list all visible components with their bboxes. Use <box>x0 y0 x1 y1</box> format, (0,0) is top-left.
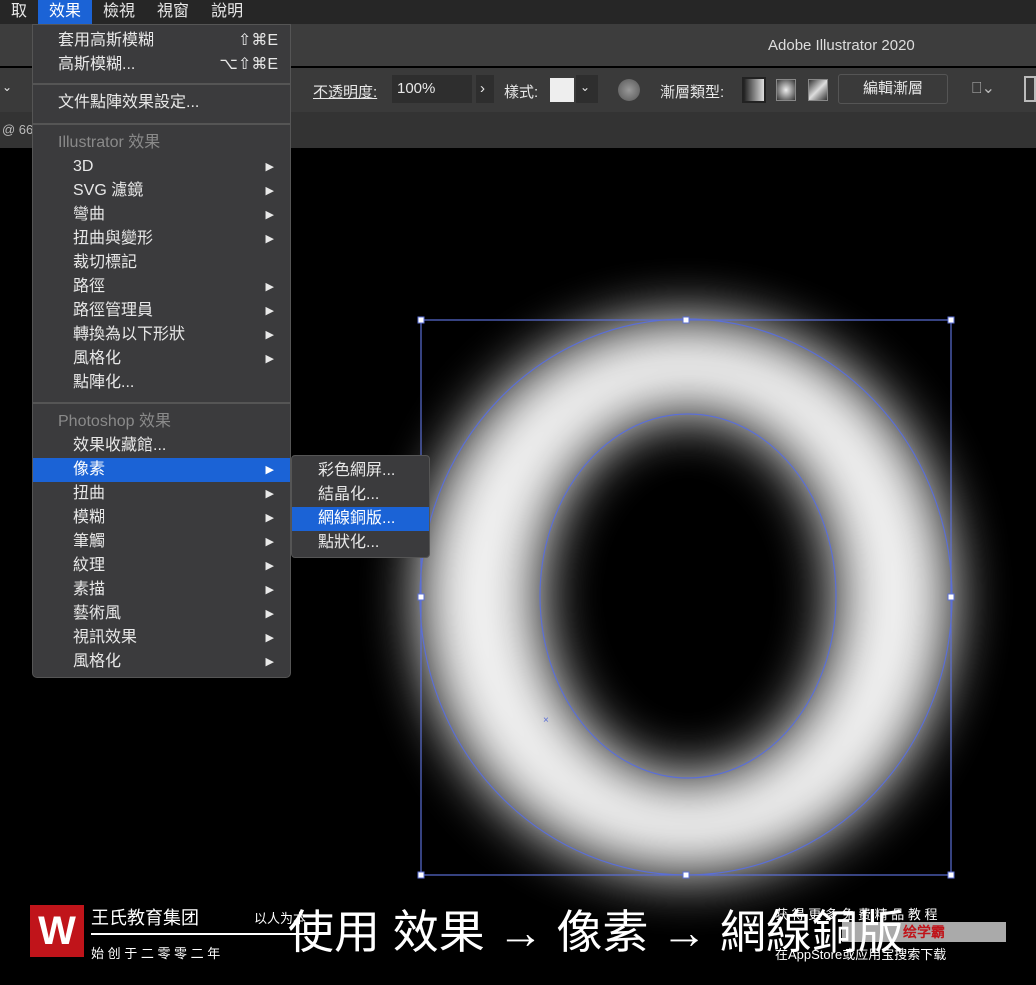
submenu-arrow-icon: ▶ <box>265 233 274 245</box>
submenu-arrow-icon: ▶ <box>265 512 274 524</box>
divider <box>91 933 311 935</box>
divider <box>33 402 290 404</box>
submenu-arrow-icon: ▶ <box>265 305 274 317</box>
menu-select[interactable]: 取 <box>0 0 38 24</box>
founded-text: 始 创 于 二 零 零 二 年 <box>91 946 221 961</box>
recolor-icon[interactable] <box>618 79 640 101</box>
menu-item-illustrator-effect[interactable]: 點陣化... <box>33 371 290 395</box>
menu-item-photoshop-effect[interactable]: 筆觸 ▶ <box>33 530 290 554</box>
align-icon[interactable] <box>1024 76 1036 102</box>
submenu-arrow-icon: ▶ <box>265 464 274 476</box>
menu-item-photoshop-effect[interactable]: 藝術風 ▶ <box>33 602 290 626</box>
pixelate-submenu: 彩色網屏... 結晶化... 網線銅版... 點狀化... <box>291 455 430 558</box>
submenu-arrow-icon: ▶ <box>265 560 274 572</box>
freeform-gradient-button[interactable] <box>808 79 828 101</box>
menu-item-photoshop-effect[interactable]: 效果收藏館... <box>33 434 290 458</box>
submenu-item[interactable]: 彩色網屏... <box>292 459 429 483</box>
submenu-arrow-icon: ▶ <box>265 209 274 221</box>
menu-item-illustrator-effect[interactable]: 彎曲 ▶ <box>33 203 290 227</box>
submenu-item[interactable]: 結晶化... <box>292 483 429 507</box>
menu-item-photoshop-effect[interactable]: 紋理 ▶ <box>33 554 290 578</box>
menu-item-illustrator-effect[interactable]: 風格化 ▶ <box>33 347 290 371</box>
submenu-arrow-icon: ▶ <box>265 185 274 197</box>
submenu-arrow-icon: ▶ <box>265 584 274 596</box>
menu-item-illustrator-effect[interactable]: 轉換為以下形狀 ▶ <box>33 323 290 347</box>
menu-item-gaussian-blur[interactable]: 高斯模糊... ⌥⇧⌘E <box>33 53 290 77</box>
style-swatch[interactable] <box>550 78 574 102</box>
menu-item-photoshop-effect[interactable]: 風格化 ▶ <box>33 650 290 674</box>
effect-menu: 套用高斯模糊 ⇧⌘E 高斯模糊... ⌥⇧⌘E 文件點陣效果設定... Illust… <box>32 24 291 678</box>
submenu-arrow-icon: ▶ <box>265 281 274 293</box>
menu-item-apply-gaussian[interactable]: 套用高斯模糊 ⇧⌘E <box>33 29 290 53</box>
menu-item-illustrator-effect[interactable]: 路徑 ▶ <box>33 275 290 299</box>
submenu-arrow-icon: ▶ <box>265 536 274 548</box>
style-dropdown-icon[interactable]: ⌄ <box>576 75 598 103</box>
opacity-label[interactable]: 不透明度: <box>313 81 377 102</box>
menu-help[interactable]: 說明 <box>200 0 254 24</box>
artboard-icon[interactable]: ⎕⌄ <box>972 78 995 98</box>
submenu-arrow-icon: ▶ <box>265 608 274 620</box>
brand-logo: W <box>30 905 84 957</box>
menu-item-illustrator-effect[interactable]: 裁切標記 <box>33 251 290 275</box>
linear-gradient-button[interactable] <box>742 77 766 103</box>
menu-item-photoshop-effect[interactable]: 素描 ▶ <box>33 578 290 602</box>
submenu-arrow-icon: ▶ <box>265 353 274 365</box>
submenu-item[interactable]: 網線銅版... <box>292 507 429 531</box>
app-title: Adobe Illustrator 2020 <box>768 37 915 54</box>
photoshop-effects-header: Photoshop 效果 <box>58 413 171 430</box>
menu-item-illustrator-effect[interactable]: 路徑管理員 ▶ <box>33 299 290 323</box>
divider <box>33 83 290 85</box>
menu-item-photoshop-effect[interactable]: 模糊 ▶ <box>33 506 290 530</box>
menu-item-illustrator-effect[interactable]: 3D ▶ <box>33 155 290 179</box>
submenu-arrow-icon: ▶ <box>265 488 274 500</box>
chevron-right-icon[interactable]: › <box>476 75 494 103</box>
illustrator-effects-header: Illustrator 效果 <box>58 134 161 151</box>
menu-window[interactable]: 視窗 <box>146 0 200 24</box>
divider <box>33 123 290 125</box>
radial-gradient-button[interactable] <box>776 79 796 101</box>
menu-item-photoshop-effect[interactable]: 視訊效果 ▶ <box>33 626 290 650</box>
menu-item-document-raster-settings[interactable]: 文件點陣效果設定... <box>33 91 290 115</box>
menu-item-illustrator-effect[interactable]: 扭曲與變形 ▶ <box>33 227 290 251</box>
submenu-item[interactable]: 點狀化... <box>292 531 429 555</box>
submenu-arrow-icon: ▶ <box>265 161 274 173</box>
document-tab[interactable]: @ 66 <box>2 122 33 137</box>
menu-item-photoshop-effect[interactable]: 像素 ▶ <box>33 458 290 482</box>
submenu-arrow-icon: ▶ <box>265 656 274 668</box>
edit-gradient-button[interactable]: 編輯漸層 <box>838 74 948 104</box>
opacity-input[interactable]: 100% <box>392 75 472 103</box>
gradient-type-label: 漸層類型: <box>660 84 725 101</box>
style-label: 樣式: <box>504 84 539 101</box>
center-point: × <box>543 715 549 726</box>
menu-item-illustrator-effect[interactable]: SVG 濾鏡 ▶ <box>33 179 290 203</box>
brand-name: 王氏教育集团 <box>91 908 199 928</box>
chevron-down-icon[interactable]: ⌄ <box>2 80 12 94</box>
menu-item-photoshop-effect[interactable]: 扭曲 ▶ <box>33 482 290 506</box>
menu-view[interactable]: 檢視 <box>92 0 146 24</box>
menu-bar: 取 效果 檢視 視窗 說明 <box>0 0 1036 24</box>
glowing-letter-o <box>419 318 953 875</box>
menu-effect[interactable]: 效果 <box>38 0 93 24</box>
caption: 使用 效果 → 像素 → 網線銅版 <box>288 906 904 958</box>
submenu-arrow-icon: ▶ <box>265 632 274 644</box>
submenu-arrow-icon: ▶ <box>265 329 274 341</box>
